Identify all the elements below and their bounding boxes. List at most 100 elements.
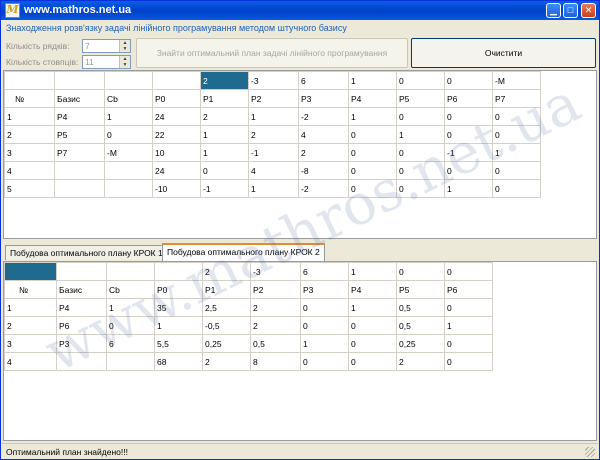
table-cell[interactable]: P6 <box>56 316 107 335</box>
table-cell[interactable]: -1 <box>444 143 493 162</box>
tab-step-1[interactable]: Побудова оптимального плану КРОК 1 <box>5 245 168 260</box>
table-cell[interactable]: 0 <box>348 143 397 162</box>
header-cell[interactable]: P7 <box>492 89 541 108</box>
coef-cell[interactable]: 6 <box>298 71 349 90</box>
table-cell[interactable]: 3 <box>4 334 57 353</box>
table-cell[interactable]: 2 <box>250 298 301 317</box>
table-cell[interactable]: 5,5 <box>154 334 203 353</box>
table-cell[interactable]: 2,5 <box>202 298 251 317</box>
coef-cell[interactable] <box>54 71 105 90</box>
table-cell[interactable]: -0,5 <box>202 316 251 335</box>
table-cell[interactable]: 0 <box>348 161 397 180</box>
table-cell[interactable]: 0,5 <box>396 298 445 317</box>
table-cell[interactable] <box>104 161 153 180</box>
arrow-down-icon[interactable]: ▼ <box>120 62 130 68</box>
table-cell[interactable]: P5 <box>54 125 105 144</box>
table-cell[interactable]: 0 <box>348 179 397 198</box>
coef-cell[interactable]: 6 <box>300 262 349 281</box>
coef-cell[interactable] <box>152 71 201 90</box>
table-cell[interactable]: 2 <box>248 125 299 144</box>
table-cell[interactable]: 0 <box>396 179 445 198</box>
table-cell[interactable]: 0 <box>444 334 493 353</box>
table-cell[interactable]: 0 <box>444 125 493 144</box>
table-cell[interactable]: -8 <box>298 161 349 180</box>
table-cell[interactable]: 1 <box>106 298 155 317</box>
coef-cell[interactable] <box>154 262 203 281</box>
header-cell[interactable]: P4 <box>348 280 397 299</box>
table-cell[interactable]: P3 <box>56 334 107 353</box>
table-cell[interactable]: 1 <box>396 125 445 144</box>
table-cell[interactable]: 3 <box>4 143 55 162</box>
table-cell[interactable]: 1 <box>348 298 397 317</box>
maximize-button[interactable]: □ <box>563 3 578 18</box>
coef-cell[interactable]: 0 <box>444 262 493 281</box>
tab-step-2[interactable]: Побудова оптимального плану КРОК 2 <box>162 243 325 261</box>
table-cell[interactable]: P7 <box>54 143 105 162</box>
bottom-grid[interactable]: 2 -3 6 1 0 0 № Базис Cb P0 P1 P2 P3 P4 P… <box>3 261 597 441</box>
table-cell[interactable]: 0 <box>104 125 153 144</box>
table-cell[interactable] <box>54 161 105 180</box>
coef-cell[interactable]: 0 <box>444 71 493 90</box>
coef-cell[interactable] <box>106 262 155 281</box>
table-cell[interactable]: 0 <box>396 161 445 180</box>
header-cell[interactable]: P0 <box>154 280 203 299</box>
rows-stepper-arrows[interactable]: ▲ ▼ <box>119 40 130 52</box>
table-cell[interactable]: 0 <box>444 298 493 317</box>
table-cell[interactable]: 0 <box>396 143 445 162</box>
table-cell[interactable]: -M <box>104 143 153 162</box>
header-cell[interactable]: Базис <box>56 280 107 299</box>
table-cell[interactable]: 4 <box>4 352 57 371</box>
header-cell[interactable]: P3 <box>300 280 349 299</box>
table-cell[interactable]: 1 <box>154 316 203 335</box>
table-cell[interactable]: 0 <box>492 161 541 180</box>
top-grid[interactable]: 2 -3 6 1 0 0 -M № Базис Cb P0 P1 P2 P3 P… <box>3 70 597 239</box>
coef-cell[interactable]: 0 <box>396 71 445 90</box>
table-cell[interactable]: 0 <box>348 352 397 371</box>
coef-cell-selected[interactable]: 2 <box>200 71 249 90</box>
table-cell[interactable]: 0 <box>492 107 541 126</box>
table-cell[interactable]: 24 <box>152 107 201 126</box>
coef-cell[interactable]: 1 <box>348 71 397 90</box>
cols-stepper-arrows[interactable]: ▲ ▼ <box>119 56 130 68</box>
table-cell[interactable] <box>54 179 105 198</box>
table-cell[interactable] <box>56 352 107 371</box>
header-cell[interactable]: P2 <box>248 89 299 108</box>
coef-cell[interactable] <box>56 262 107 281</box>
find-optimal-plan-button[interactable]: Знайти оптимальний план задачі лінійного… <box>136 38 408 68</box>
table-cell[interactable]: 1 <box>300 334 349 353</box>
table-cell[interactable]: 1 <box>104 107 153 126</box>
table-cell[interactable]: 2 <box>4 316 57 335</box>
table-cell[interactable]: 6 <box>106 334 155 353</box>
title-bar[interactable]: M www.mathros.net.ua ▁ □ ✕ <box>1 1 599 20</box>
table-cell[interactable]: 0 <box>200 161 249 180</box>
header-cell[interactable]: P1 <box>200 89 249 108</box>
table-cell[interactable]: 0 <box>348 334 397 353</box>
header-cell[interactable]: P6 <box>444 280 493 299</box>
coef-cell[interactable]: -3 <box>250 262 301 281</box>
header-cell[interactable]: Базис <box>54 89 105 108</box>
cols-stepper[interactable]: 11 ▲ ▼ <box>82 55 131 69</box>
table-cell[interactable]: 0 <box>444 161 493 180</box>
header-cell[interactable]: № <box>4 280 57 299</box>
table-cell[interactable]: 1 <box>4 107 55 126</box>
table-cell[interactable]: -1 <box>248 143 299 162</box>
table-cell[interactable]: 0 <box>300 298 349 317</box>
table-cell[interactable]: -2 <box>298 179 349 198</box>
table-cell[interactable]: 0 <box>492 179 541 198</box>
table-cell[interactable] <box>104 179 153 198</box>
table-cell[interactable]: 1 <box>200 125 249 144</box>
table-cell[interactable]: 2 <box>396 352 445 371</box>
resize-grip-icon[interactable] <box>585 447 595 457</box>
coef-cell-selected[interactable] <box>4 262 57 281</box>
table-cell[interactable]: 4 <box>298 125 349 144</box>
rows-stepper[interactable]: 7 ▲ ▼ <box>82 39 131 53</box>
table-cell[interactable]: 0,25 <box>396 334 445 353</box>
table-cell[interactable]: 5 <box>4 179 55 198</box>
coef-cell[interactable] <box>104 71 153 90</box>
table-cell[interactable]: 2 <box>200 107 249 126</box>
table-cell[interactable]: 0,5 <box>396 316 445 335</box>
table-cell[interactable]: 8 <box>250 352 301 371</box>
table-cell[interactable]: 0 <box>492 125 541 144</box>
table-cell[interactable]: 1 <box>248 179 299 198</box>
coef-cell[interactable]: 2 <box>202 262 251 281</box>
